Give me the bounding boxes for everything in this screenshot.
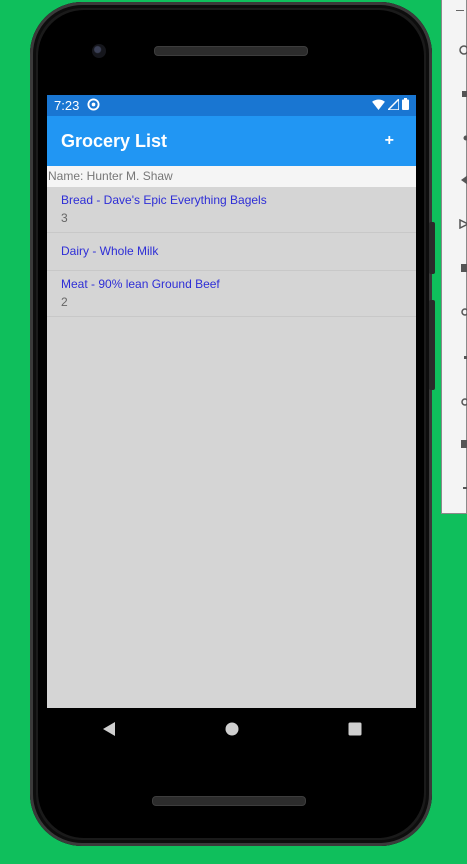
more-icon[interactable] — [458, 480, 467, 489]
home-button[interactable] — [212, 709, 252, 749]
back-tool-icon[interactable] — [458, 350, 467, 359]
earpiece-speaker — [154, 46, 308, 56]
status-time: 7:23 — [54, 98, 80, 113]
item-title: Bread - Dave's Epic Everything Bagels — [61, 193, 267, 207]
back-button[interactable] — [89, 709, 129, 749]
wifi-icon — [372, 98, 385, 113]
add-item-button[interactable]: + — [377, 128, 402, 154]
app-screen: 7:23 Grocery List + Name: Hunter M. Shaw… — [47, 95, 416, 708]
zoom-icon[interactable] — [458, 304, 467, 316]
power-icon[interactable] — [458, 42, 467, 55]
home-icon — [225, 722, 238, 736]
sync-icon — [87, 97, 100, 114]
minimize-icon[interactable] — [456, 10, 464, 11]
item-quantity: 2 — [61, 295, 68, 309]
page-title: Grocery List — [61, 130, 168, 151]
overview-icon[interactable] — [458, 436, 467, 448]
rotate-right-icon[interactable] — [458, 216, 467, 230]
grocery-list: Bread - Dave's Epic Everything Bagels 3 … — [47, 187, 416, 317]
app-bar: Grocery List + — [47, 116, 416, 166]
item-quantity: 3 — [61, 211, 68, 225]
list-item[interactable]: Dairy - Whole Milk — [47, 233, 416, 271]
status-bar: 7:23 — [47, 95, 416, 116]
rotate-left-icon[interactable] — [458, 172, 467, 185]
item-title: Dairy - Whole Milk — [61, 244, 159, 258]
name-label: Name: Hunter M. Shaw — [47, 166, 416, 187]
item-title: Meat - 90% lean Ground Beef — [61, 277, 220, 291]
list-item[interactable]: Meat - 90% lean Ground Beef 2 — [47, 271, 416, 317]
battery-icon — [402, 98, 409, 113]
bottom-speaker — [152, 796, 306, 806]
volume-button — [429, 222, 435, 274]
screenshot-icon[interactable] — [458, 260, 467, 272]
power-button — [429, 300, 435, 390]
home-tool-icon[interactable] — [458, 394, 467, 406]
volume-up-icon[interactable] — [458, 86, 467, 97]
recents-button[interactable] — [335, 709, 375, 749]
signal-icon — [386, 97, 400, 113]
emulator-toolbar — [441, 0, 467, 514]
camera-icon — [92, 44, 106, 58]
recents-icon — [348, 722, 361, 736]
system-nav-bar — [47, 708, 416, 750]
back-icon — [102, 722, 115, 736]
volume-down-icon[interactable] — [458, 130, 467, 141]
list-item[interactable]: Bread - Dave's Epic Everything Bagels 3 — [47, 187, 416, 233]
